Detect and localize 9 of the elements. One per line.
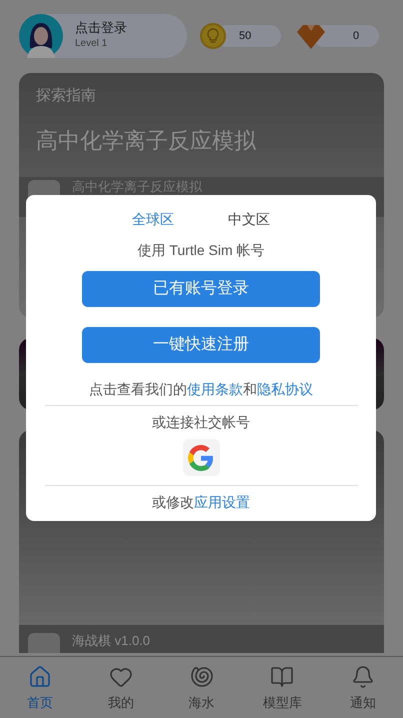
user-level: Level 1 [75,37,108,51]
user-name: 点击登录 [75,20,127,36]
card-item-title: 海战棋 v1.0.0 [72,633,150,649]
terms-text: 点击查看我们的使用条款和隐私协议 [89,380,313,399]
account-hint: 使用 Turtle Sim 帐号 [137,241,265,260]
card-category: 探索指南 [36,86,97,106]
card-title: 高中化学离子反应模拟 [36,126,257,154]
settings-text: 或修改应用设置 [152,493,250,512]
social-label: 或连接社交帐号 [152,413,250,432]
